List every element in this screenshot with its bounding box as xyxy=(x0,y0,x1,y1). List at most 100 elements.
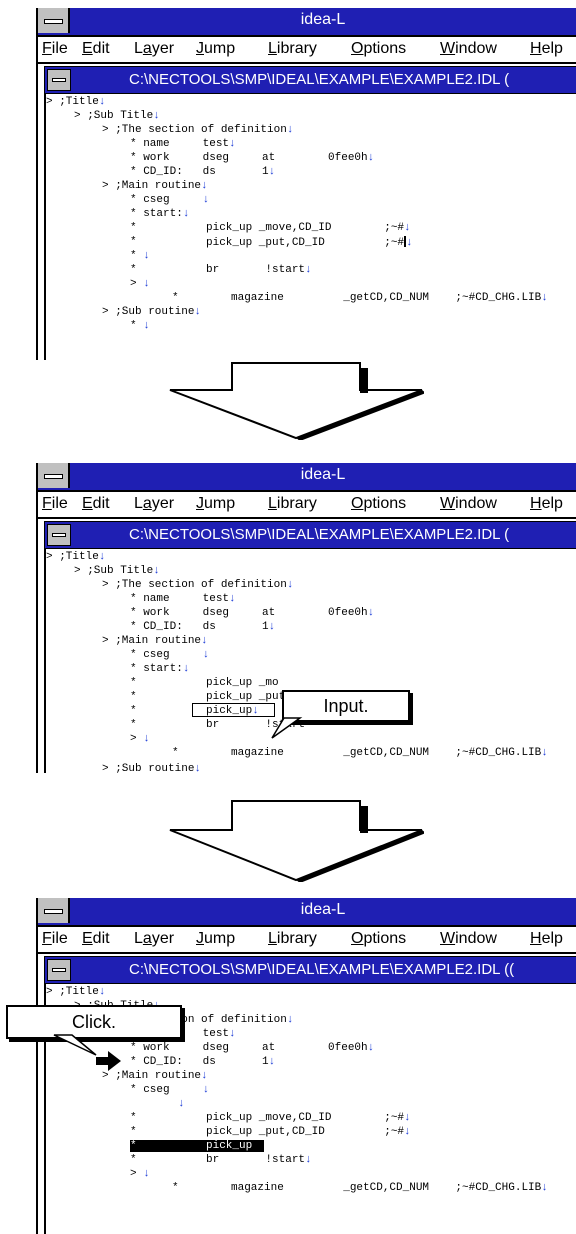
menu-bar: File Edit Layer Jump Library Options Win… xyxy=(38,492,576,519)
code-line: > ↓ xyxy=(130,278,150,290)
code-line: magazine _getCD,CD_NUM ;~#CD_CHG.LIB↓ xyxy=(231,1182,548,1194)
menu-library[interactable]: Library xyxy=(268,40,317,58)
return-mark-icon: ↓ xyxy=(143,250,150,262)
return-mark-icon: ↓ xyxy=(143,320,150,332)
menu-layer[interactable]: Layer xyxy=(134,930,174,948)
system-menu-button[interactable] xyxy=(38,463,70,488)
code-line: > ;Sub routine↓ xyxy=(102,306,202,318)
code-editor[interactable]: > ;Title↓ > ;Sub Title↓ > ;The section o… xyxy=(44,94,576,360)
return-mark-icon: ↓ xyxy=(202,194,210,206)
code-line: * xyxy=(130,1126,137,1138)
down-arrow-icon xyxy=(169,800,424,882)
code-line: * xyxy=(172,1182,179,1194)
menu-help[interactable]: Help xyxy=(530,40,563,58)
return-mark-icon: ↓ xyxy=(143,733,150,745)
return-mark-icon: ↓ xyxy=(286,1014,294,1026)
system-menu-icon xyxy=(44,19,63,24)
code-line: * name test↓ xyxy=(130,138,236,150)
system-menu-button[interactable] xyxy=(38,898,70,923)
code-line: > ;Sub Title↓ xyxy=(74,565,160,577)
document-system-button[interactable] xyxy=(47,524,71,546)
code-line: * xyxy=(130,222,137,234)
menu-file[interactable]: File xyxy=(42,40,68,58)
system-menu-button[interactable] xyxy=(38,8,70,33)
return-mark-icon: ↓ xyxy=(98,986,106,998)
menu-layer[interactable]: Layer xyxy=(134,495,174,513)
document-menu-icon xyxy=(52,78,66,82)
code-line: * xyxy=(130,1112,137,1124)
menu-help[interactable]: Help xyxy=(530,495,563,513)
code-line: > ↓ xyxy=(130,1168,150,1180)
return-mark-icon: ↓ xyxy=(229,138,236,150)
menu-window[interactable]: Window xyxy=(440,40,497,58)
code-line: pick_up _put,CD_ID ;~#↓ xyxy=(206,236,413,249)
return-mark-icon: ↓ xyxy=(202,649,210,661)
return-mark-icon: ↓ xyxy=(153,565,160,577)
menu-options[interactable]: Options xyxy=(351,930,406,948)
code-line: pick_up↓ xyxy=(206,705,259,717)
pointing-arrow-icon xyxy=(96,1051,121,1071)
selected-code-line[interactable]: * pick_up xyxy=(130,1140,264,1152)
return-mark-icon: ↓ xyxy=(153,110,160,122)
return-mark-icon: ↓ xyxy=(286,124,294,136)
menu-layer[interactable]: Layer xyxy=(134,40,174,58)
code-line: pick_up _put xyxy=(206,691,286,703)
code-line: pick_up _mo xyxy=(206,677,279,689)
return-mark-icon: ↓ xyxy=(201,635,208,647)
code-line: pick_up _put,CD_ID ;~#↓ xyxy=(206,1126,411,1138)
document-titlebar: C:\NECTOOLS\SMP\IDEAL\EXAMPLE\EXAMPLE2.I… xyxy=(44,521,576,549)
code-line: > ;Title↓ xyxy=(46,986,106,998)
document-menu-icon xyxy=(52,533,66,537)
return-mark-icon: ↓ xyxy=(143,278,150,290)
code-line: * ↓ xyxy=(130,250,150,262)
document-path: C:\NECTOOLS\SMP\IDEAL\EXAMPLE\EXAMPLE2.I… xyxy=(129,526,510,543)
return-mark-icon: ↓ xyxy=(202,1084,210,1096)
code-line: > ;Main routine↓ xyxy=(102,635,208,647)
menu-library[interactable]: Library xyxy=(268,495,317,513)
code-line: br !start↓ xyxy=(206,264,312,276)
menu-jump[interactable]: Jump xyxy=(196,40,235,58)
screenshot-panel-1: idea-L File Edit Layer Jump Library Opti… xyxy=(36,8,576,360)
document-system-button[interactable] xyxy=(47,69,71,91)
return-mark-icon: ↓ xyxy=(268,621,276,633)
return-mark-icon: ↓ xyxy=(286,579,294,591)
menu-bar: File Edit Layer Jump Library Options Win… xyxy=(38,927,576,954)
menu-edit[interactable]: Edit xyxy=(82,930,110,948)
return-mark-icon: ↓ xyxy=(404,1126,411,1138)
menu-window[interactable]: Window xyxy=(440,930,497,948)
menu-jump[interactable]: Jump xyxy=(196,930,235,948)
code-line: * xyxy=(130,719,137,731)
menu-jump[interactable]: Jump xyxy=(196,495,235,513)
code-line: * cseg ↓ xyxy=(130,1084,210,1096)
menu-library[interactable]: Library xyxy=(268,930,317,948)
return-mark-icon: ↓ xyxy=(229,1028,236,1040)
menu-options[interactable]: Options xyxy=(351,495,406,513)
document-system-button[interactable] xyxy=(47,959,71,981)
menu-edit[interactable]: Edit xyxy=(82,40,110,58)
menu-file[interactable]: File xyxy=(42,495,68,513)
code-line: br !start↓ xyxy=(206,1154,312,1166)
callout-pointer-icon xyxy=(53,1034,97,1056)
menu-window[interactable]: Window xyxy=(440,495,497,513)
return-mark-icon: ↓ xyxy=(268,1056,276,1068)
callout-pointer-icon xyxy=(271,717,303,739)
code-line: * xyxy=(172,747,179,759)
menu-edit[interactable]: Edit xyxy=(82,495,110,513)
system-menu-icon xyxy=(44,909,63,914)
code-line: * xyxy=(130,264,137,276)
code-line: > ;Main routine↓ xyxy=(102,1070,208,1082)
code-line: * xyxy=(130,677,137,689)
code-line: ↓ xyxy=(178,1098,185,1110)
return-mark-icon: ↓ xyxy=(404,222,411,234)
menu-options[interactable]: Options xyxy=(351,40,406,58)
return-mark-icon: ↓ xyxy=(404,1112,411,1124)
code-line: > ↓ xyxy=(130,733,150,745)
return-mark-icon: ↓ xyxy=(367,1042,375,1054)
code-editor[interactable]: > ;Title↓ > ;Sub Title↓ > ;The section o… xyxy=(44,549,576,773)
code-line: > ;Main routine↓ xyxy=(102,180,208,192)
menu-help[interactable]: Help xyxy=(530,930,563,948)
document-titlebar: C:\NECTOOLS\SMP\IDEAL\EXAMPLE\EXAMPLE2.I… xyxy=(44,956,576,984)
code-line: * cseg ↓ xyxy=(130,649,210,661)
menu-file[interactable]: File xyxy=(42,930,68,948)
return-mark-icon: ↓ xyxy=(182,663,190,675)
